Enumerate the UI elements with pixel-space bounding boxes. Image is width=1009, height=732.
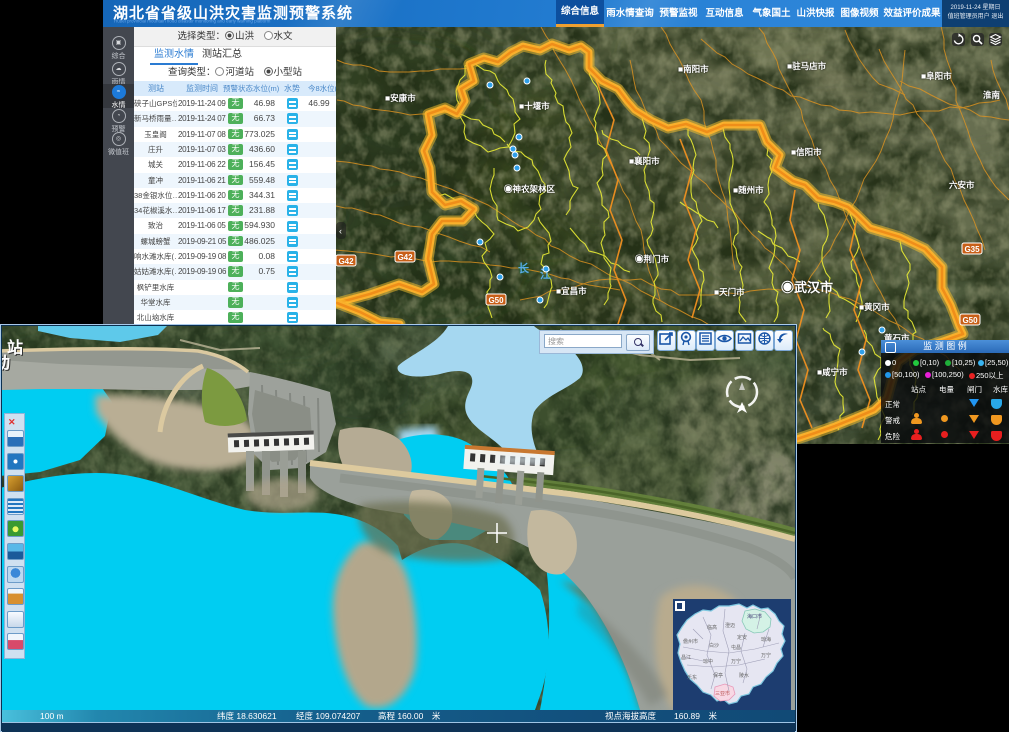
svg-text:■宜昌市: ■宜昌市: [556, 286, 587, 296]
svg-text:澄迈: 澄迈: [725, 622, 735, 629]
svg-text:■阜阳市: ■阜阳市: [921, 71, 952, 81]
svg-text:万宁: 万宁: [731, 658, 741, 665]
svg-text:白沙: 白沙: [709, 642, 719, 649]
svg-text:万宁: 万宁: [761, 652, 771, 659]
svg-text:乐东: 乐东: [687, 674, 697, 681]
svg-text:◉武汉市: ◉武汉市: [781, 280, 833, 295]
svg-text:■咸宁市: ■咸宁市: [817, 367, 848, 377]
svg-text:陵水: 陵水: [739, 672, 749, 679]
svg-text:淮南: 淮南: [983, 90, 1001, 100]
svg-text:■天门市: ■天门市: [714, 287, 745, 297]
svg-text:屯昌: 屯昌: [731, 644, 741, 651]
svg-text:■南阳市: ■南阳市: [678, 64, 709, 74]
svg-text:琼海: 琼海: [761, 636, 771, 643]
svg-text:■驻马店市: ■驻马店市: [787, 61, 827, 71]
svg-text:海口市: 海口市: [747, 613, 762, 620]
svg-text:G42: G42: [397, 253, 413, 262]
svg-text:六安市: 六安市: [949, 180, 975, 190]
svg-text:G50: G50: [962, 316, 978, 325]
svg-text:临高: 临高: [707, 624, 717, 631]
svg-text:G42: G42: [338, 257, 354, 266]
svg-text:定安: 定安: [737, 634, 747, 641]
svg-text:保亭: 保亭: [713, 672, 723, 679]
svg-text:◉荆门市: ◉荆门市: [635, 254, 670, 264]
svg-text:■十堰市: ■十堰市: [519, 101, 550, 111]
svg-text:三亚市: 三亚市: [715, 690, 730, 697]
svg-text:■安康市: ■安康市: [385, 93, 416, 103]
svg-text:◉神农架林区: ◉神农架林区: [504, 184, 556, 194]
svg-text:动: 动: [2, 354, 10, 372]
svg-text:■黄冈市: ■黄冈市: [859, 302, 890, 312]
svg-text:儋州市: 儋州市: [683, 638, 698, 645]
svg-text:琼中: 琼中: [703, 658, 713, 665]
svg-text:昌江: 昌江: [681, 654, 691, 661]
svg-text:长: 长: [518, 261, 530, 275]
svg-text:■信阳市: ■信阳市: [791, 147, 822, 157]
svg-text:G35: G35: [964, 245, 980, 254]
svg-text:■随州市: ■随州市: [733, 185, 764, 195]
svg-text:‹: ‹: [339, 226, 342, 236]
svg-text:■襄阳市: ■襄阳市: [629, 156, 660, 166]
svg-text:G50: G50: [488, 296, 504, 305]
